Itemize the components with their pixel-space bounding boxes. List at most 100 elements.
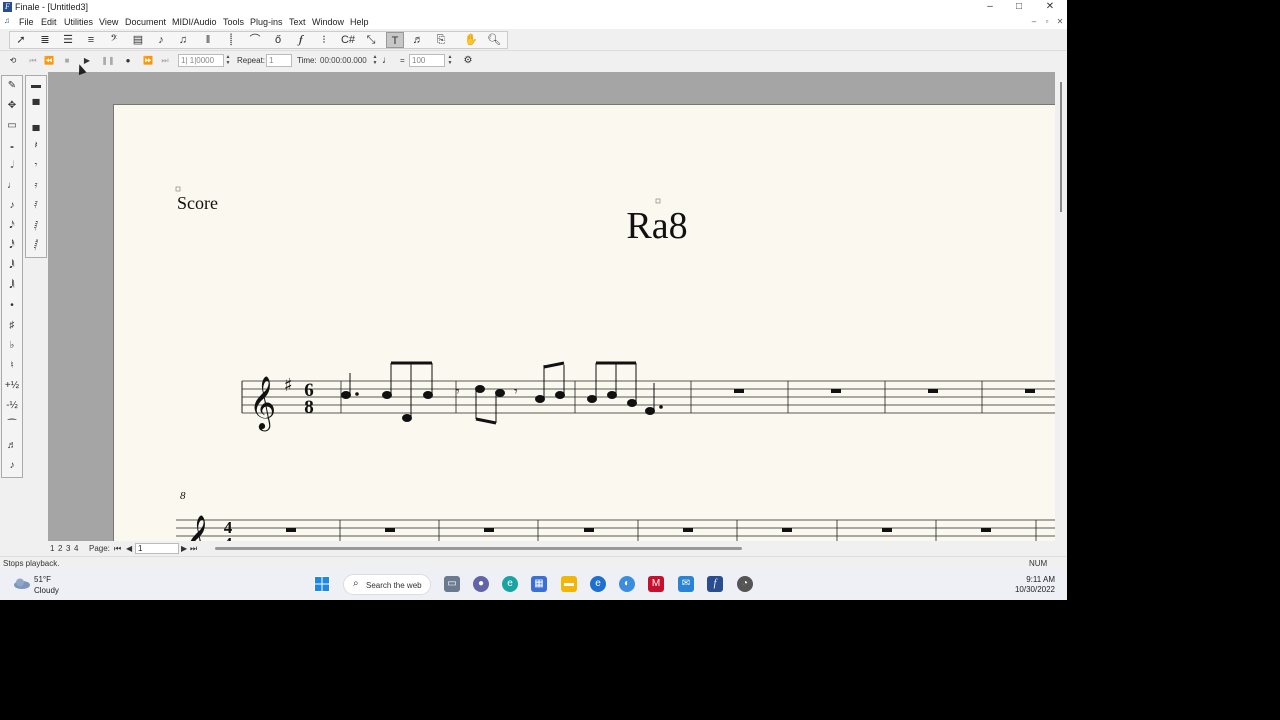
loop-icon[interactable]: ⟲ — [6, 54, 20, 68]
simple-entry-tool-icon[interactable]: ☰ — [59, 32, 77, 48]
rewind-to-start-icon[interactable]: ⏮ — [26, 54, 40, 68]
text-tool-icon[interactable]: T — [386, 32, 404, 48]
maximize-button[interactable]: □ — [1005, 0, 1033, 14]
eighth-rest-icon[interactable]: 𝄾 — [26, 156, 46, 176]
last-page-icon[interactable]: ⏭ — [190, 544, 197, 554]
doc-restore-button[interactable]: ▫ — [1041, 16, 1053, 27]
menu-tools[interactable]: Tools — [223, 17, 244, 27]
taskbar-clock[interactable]: 9:11 AM 10/30/2022 — [1010, 575, 1055, 595]
file-explorer-icon[interactable]: ▬ — [561, 576, 577, 592]
minimize-button[interactable]: – — [976, 0, 1004, 14]
taskbar-search-box[interactable]: ⌕ Search the web — [343, 574, 431, 595]
clef-tool-icon[interactable]: 𝄢 — [105, 32, 123, 48]
page-number-field[interactable]: 1 — [135, 543, 179, 554]
doc-minimize-button[interactable]: – — [1028, 16, 1040, 27]
speedy-entry-tool-icon[interactable]: ≡ — [82, 32, 100, 48]
cloud-icon[interactable] — [13, 578, 31, 589]
pause-icon[interactable]: ❚❚ — [101, 54, 115, 68]
menu-plugins[interactable]: Plug-ins — [250, 17, 283, 27]
view-page-1[interactable]: 1 — [50, 544, 54, 553]
page-layout-tool-icon[interactable]: ⎘ — [432, 32, 450, 48]
smart-shape-tool-icon[interactable]: ⌒ — [246, 32, 264, 48]
view-page-2[interactable]: 2 — [58, 544, 62, 553]
tuplet-entry-icon[interactable]: ♬ — [2, 436, 22, 456]
record-icon[interactable]: ● — [121, 54, 135, 68]
sharp-icon[interactable]: ♯ — [2, 316, 22, 336]
eraser-icon[interactable]: ✎ — [2, 76, 22, 96]
menu-edit[interactable]: Edit — [41, 17, 57, 27]
finale-taskbar-icon[interactable]: f — [707, 576, 723, 592]
menu-text[interactable]: Text — [289, 17, 306, 27]
tempo-note-icon[interactable]: ♩ — [380, 54, 394, 68]
articulation-tool-icon[interactable]: ő — [269, 32, 287, 48]
view-page-3[interactable]: 3 — [66, 544, 70, 553]
vertical-scroll-thumb[interactable] — [1060, 82, 1062, 212]
half-step-down-icon[interactable]: -½ — [2, 396, 22, 416]
app-taskbar-icon[interactable]: ◔ — [737, 576, 753, 592]
measure-tool-icon[interactable]: ‖ — [199, 32, 217, 48]
browser-notification-icon[interactable]: ◐ — [619, 576, 635, 592]
score-label-handle[interactable] — [175, 186, 181, 192]
horizontal-scroll-thumb[interactable] — [215, 547, 742, 550]
playback-settings-gear-icon[interactable]: ⚙ — [461, 54, 475, 68]
chord-tool-icon[interactable]: C# — [339, 32, 357, 48]
score-part-label[interactable]: Score — [177, 193, 218, 213]
menu-midi-audio[interactable]: MIDI/Audio — [172, 17, 217, 27]
quarter-note-icon[interactable]: ♩ — [2, 176, 22, 196]
sixteenth-note-icon[interactable]: 𝅘𝅥𝅯 — [2, 216, 22, 236]
document-icon[interactable]: ♫ — [4, 17, 12, 25]
half-rest-icon[interactable]: ▄ — [26, 116, 46, 136]
menu-utilities[interactable]: Utilities — [64, 17, 93, 27]
windows-start-icon[interactable] — [314, 576, 330, 592]
teams-chat-icon[interactable]: ● — [473, 576, 489, 592]
measure-spinner[interactable]: ▲ ▼ — [224, 54, 232, 67]
quarter-rest-icon[interactable]: 𝄽 — [26, 136, 46, 156]
tuplet-tool-icon[interactable]: ♫ — [174, 32, 192, 48]
tie-icon[interactable]: ⁀ — [2, 416, 22, 436]
menu-document[interactable]: Document — [125, 17, 166, 27]
expression-tool-icon[interactable]: 𝆑 — [292, 32, 310, 48]
stop-icon[interactable]: ■ — [60, 54, 74, 68]
menu-window[interactable]: Window — [312, 17, 344, 27]
next-page-icon[interactable]: ▶ — [181, 544, 187, 553]
note-tool-icon[interactable]: ♪ — [152, 32, 170, 48]
task-view-icon[interactable]: ▭ — [444, 576, 460, 592]
thirty-second-rest-icon[interactable]: 𝅀 — [26, 196, 46, 216]
move-icon[interactable]: ✥ — [2, 96, 22, 116]
score-title[interactable]: Ra8 — [626, 205, 687, 247]
menu-help[interactable]: Help — [350, 17, 369, 27]
view-page-4[interactable]: 4 — [74, 544, 78, 553]
grace-note-icon[interactable]: ♪ — [2, 456, 22, 476]
first-page-icon[interactable]: ⏮ — [114, 544, 121, 554]
doc-close-button[interactable]: ✕ — [1054, 16, 1066, 27]
microsoft-store-icon[interactable]: ▦ — [531, 576, 547, 592]
hundred-twenty-eighth-note-icon[interactable]: 𝅘𝅥𝅲 — [2, 276, 22, 296]
time-spinner[interactable]: ▲ ▼ — [371, 54, 379, 67]
flat-icon[interactable]: ♭ — [2, 336, 22, 356]
menu-view[interactable]: View — [99, 17, 118, 27]
repeat-dropdown[interactable]: 1 — [266, 54, 292, 67]
vertical-scrollbar[interactable] — [1055, 72, 1067, 542]
repeat-tool-icon[interactable]: ⸽ — [222, 32, 240, 48]
mcafee-icon[interactable]: M — [648, 576, 664, 592]
mail-icon[interactable]: ✉ — [678, 576, 694, 592]
breve-rest-icon[interactable]: ▬ — [26, 76, 46, 96]
weather-condition[interactable]: Cloudy — [34, 586, 59, 595]
fast-forward-icon[interactable]: ⏩ — [141, 54, 155, 68]
sixty-fourth-note-icon[interactable]: 𝅘𝅥𝅱 — [2, 256, 22, 276]
sixteenth-rest-icon[interactable]: 𝄿 — [26, 176, 46, 196]
staff-tool-icon[interactable]: ≣ — [36, 32, 54, 48]
thirty-second-note-icon[interactable]: 𝅘𝅥𝅰 — [2, 236, 22, 256]
close-button[interactable]: ✕ — [1036, 0, 1064, 14]
rewind-icon[interactable]: ⏪ — [42, 54, 56, 68]
selection-tool-icon[interactable]: ➚ — [12, 32, 30, 48]
measure-counter-field[interactable]: 1| 1|0000 — [178, 54, 224, 67]
graphics-tool-icon[interactable]: ♬ — [409, 32, 427, 48]
sixty-fourth-rest-icon[interactable]: 𝅁 — [26, 216, 46, 236]
half-step-up-icon[interactable]: +½ — [2, 376, 22, 396]
forward-to-end-icon[interactable]: ⏭ — [158, 54, 172, 68]
menu-file[interactable]: File — [19, 17, 34, 27]
document-view[interactable]: Score Ra8 𝄞 ♯ 6 8 𝄾 𝄾 8 4 — [48, 72, 1055, 542]
lyrics-tool-icon[interactable]: ⁝ — [315, 32, 333, 48]
previous-page-icon[interactable]: ◀ — [126, 544, 132, 553]
